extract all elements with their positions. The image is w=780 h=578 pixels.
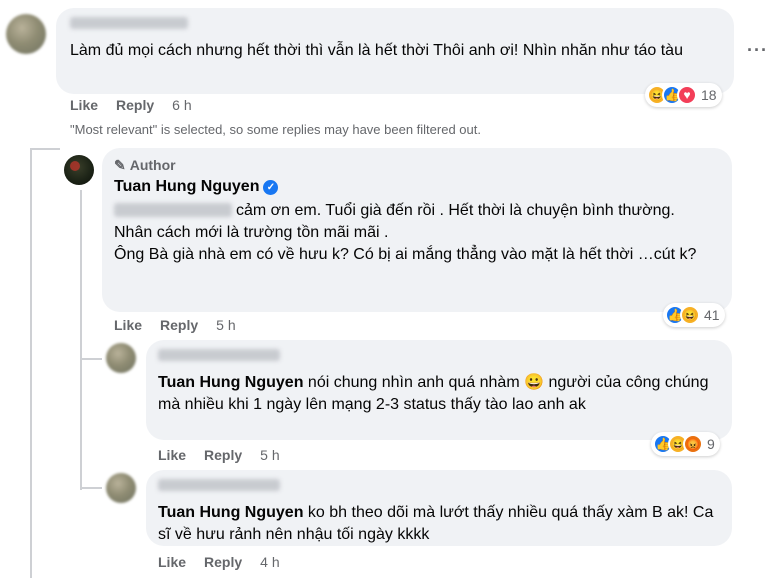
reply-button[interactable]: Reply — [160, 317, 198, 333]
comment-bubble-reply-3: Tuan Hung Nguyen ko bh theo dõi mà lướt … — [146, 470, 732, 546]
thread-line-nested-branch-1 — [80, 358, 102, 360]
comment-actions-reply-3: Like Reply 4 h — [158, 553, 280, 571]
mention-tag[interactable]: Tuan Hung Nguyen — [158, 504, 303, 521]
avatar[interactable] — [106, 343, 136, 373]
comment-bubble-reply-2: Tuan Hung Nguyen nói chung nhìn anh quá … — [146, 340, 732, 440]
author-name[interactable]: Tuan Hung Nguyen ✓ — [114, 178, 720, 196]
author-avatar[interactable] — [64, 155, 94, 185]
avatar[interactable] — [6, 14, 46, 54]
comment-text: Làm đủ mọi cách nhưng hết thời thì vẫn l… — [70, 42, 683, 59]
haha-reaction-icon: 😆 — [680, 305, 700, 325]
reply-text: cảm ơn em. Tuổi già đến rồi . Hết thời l… — [114, 200, 704, 266]
comment-actions-reply-2: Like Reply 5 h — [158, 446, 280, 464]
pencil-icon: ✎ — [114, 156, 126, 173]
more-dots-icon[interactable]: ··· — [747, 40, 768, 61]
reaction-count: 9 — [707, 436, 715, 452]
comment-actions-author: Like Reply 5 h — [114, 316, 236, 334]
love-reaction-icon: ♥ — [677, 85, 697, 105]
thread-line-connector — [30, 148, 60, 150]
mention-tag[interactable]: Tuan Hung Nguyen — [158, 374, 303, 391]
like-button[interactable]: Like — [70, 97, 98, 113]
comment-bubble-1: Làm đủ mọi cách nhưng hết thời thì vẫn l… — [56, 8, 734, 94]
mentioned-name-blurred[interactable] — [114, 203, 232, 217]
thread-line-nested-branch-2 — [80, 487, 102, 489]
like-button[interactable]: Like — [114, 317, 142, 333]
reaction-summary-reply-2[interactable]: 👍 😆 😡 9 — [651, 432, 720, 456]
reply-text-part-1: nói chung nhìn anh quá nhàm — [307, 374, 520, 391]
avatar[interactable] — [106, 473, 136, 503]
reply-button[interactable]: Reply — [204, 447, 242, 463]
reply-text: Tuan Hung Nguyen nói chung nhìn anh quá … — [158, 372, 718, 416]
filter-note: "Most relevant" is selected, so some rep… — [70, 122, 481, 137]
angry-reaction-icon: 😡 — [683, 434, 703, 454]
reaction-count: 41 — [704, 307, 720, 323]
verified-badge-icon: ✓ — [263, 179, 279, 195]
author-badge-label: Author — [129, 157, 176, 173]
author-badge: ✎ Author — [114, 156, 720, 174]
timestamp[interactable]: 5 h — [216, 317, 235, 333]
reaction-count: 18 — [701, 87, 717, 103]
reply-button[interactable]: Reply — [204, 554, 242, 570]
reaction-summary-author[interactable]: 👍 😆 41 — [663, 303, 725, 327]
author-name-label[interactable]: Tuan Hung Nguyen — [114, 178, 259, 196]
thread-line-main — [30, 148, 32, 578]
reply-button[interactable]: Reply — [116, 97, 154, 113]
commenter-name-blurred[interactable] — [158, 349, 280, 361]
reply-text: Tuan Hung Nguyen ko bh theo dõi mà lướt … — [158, 502, 718, 546]
like-button[interactable]: Like — [158, 554, 186, 570]
timestamp[interactable]: 6 h — [172, 97, 191, 113]
comment-actions-1: Like Reply 6 h — [70, 96, 192, 114]
commenter-name-blurred[interactable] — [158, 479, 280, 491]
comment-bubble-author: ✎ Author Tuan Hung Nguyen ✓ cảm ơn em. T… — [102, 148, 732, 312]
timestamp[interactable]: 4 h — [260, 554, 279, 570]
like-button[interactable]: Like — [158, 447, 186, 463]
timestamp[interactable]: 5 h — [260, 447, 279, 463]
thread-line-nested — [80, 190, 82, 490]
grin-emoji-icon: 😀 — [524, 374, 545, 391]
reaction-summary-1[interactable]: 😆 👍 ♥ 18 — [645, 83, 722, 107]
commenter-name-blurred[interactable] — [70, 17, 188, 29]
